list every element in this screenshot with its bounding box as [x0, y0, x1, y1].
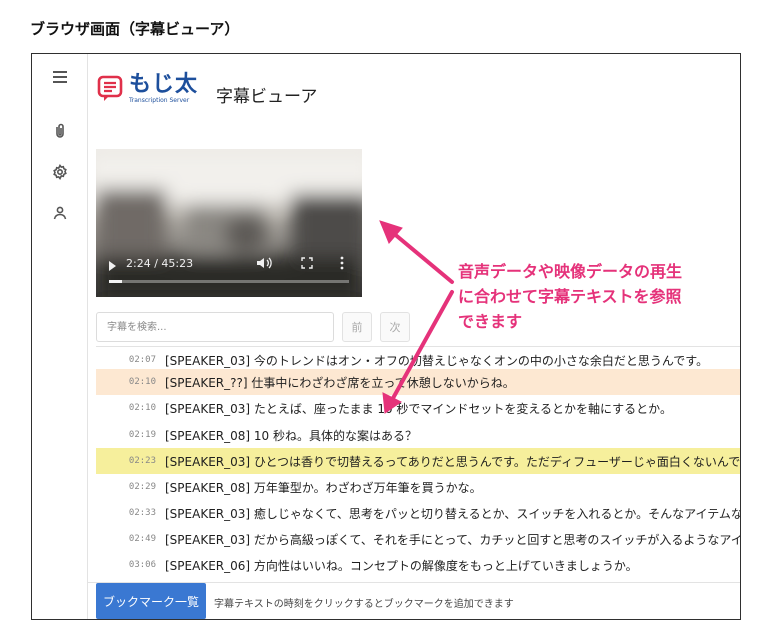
next-button[interactable]: 次 [380, 312, 410, 342]
prev-button[interactable]: 前 [342, 312, 372, 342]
subtitle-row[interactable]: 02:29 [SPEAKER_08] 万年筆型か。わざわざ万年筆を買うかな。 [96, 474, 740, 500]
subtitle-row[interactable]: 02:49 [SPEAKER_03] だから高級っぽくて、それを手にとって、カチッ… [96, 526, 741, 552]
chat-logo-icon [96, 74, 124, 104]
subtitle-timestamp[interactable]: 02:33 [96, 508, 156, 518]
app-window: もじ太 Transcription Server 字幕ビューア 2:24 / 4… [31, 53, 741, 620]
brand-logo[interactable]: もじ太 Transcription Server [96, 74, 198, 104]
subtitle-timestamp[interactable]: 03:06 [96, 560, 156, 570]
video-time: 2:24 / 45:23 [126, 257, 194, 270]
subtitle-text: [SPEAKER_03] 今のトレンドはオン・オフの切替えじゃなくオンの中の小さ… [165, 353, 709, 368]
subtitle-text: [SPEAKER_06] 方向性はいいね。コンセプトの解像度をもっと上げていきま… [165, 558, 638, 573]
brand-tagline: Transcription Server [129, 97, 190, 104]
search-row: 前 次 [96, 312, 410, 342]
subtitle-timestamp[interactable]: 02:07 [96, 355, 156, 365]
seek-bar[interactable] [109, 280, 349, 283]
subtitle-row[interactable]: 02:23 [SPEAKER_03] ひとつは香りで切替えるってありだと思うんです… [96, 448, 741, 474]
subtitle-row[interactable]: 02:10 [SPEAKER_03] たとえば、座ったまま 10 秒でマインドセッ… [96, 395, 740, 421]
settings-icon[interactable] [45, 157, 75, 187]
subtitle-text: [SPEAKER_08] 万年筆型か。わざわざ万年筆を買うかな。 [165, 480, 482, 495]
seek-bar-progress [109, 280, 122, 283]
page-caption: ブラウザ画面（字幕ビューア） [30, 20, 240, 38]
volume-icon[interactable] [256, 256, 272, 270]
subtitle-text: [SPEAKER_03] 癒しじゃなくて、思考をパッと切り替えるとか、スイッチを… [165, 506, 741, 521]
play-icon[interactable] [109, 261, 116, 271]
annotation-callout: 音声データや映像データの再生 に合わせて字幕テキストを参照 できます [458, 259, 682, 334]
subtitle-row[interactable]: 02:33 [SPEAKER_03] 癒しじゃなくて、思考をパッと切り替えるとか、… [96, 500, 741, 526]
menu-icon[interactable] [45, 62, 75, 92]
annotation-line: 音声データや映像データの再生 [458, 262, 683, 281]
subtitle-timestamp[interactable]: 02:29 [96, 482, 156, 492]
subtitle-text: [SPEAKER_??] 仕事中にわざわざ席を立って休憩しないからね。 [165, 375, 515, 390]
annotation-line: できます [458, 312, 523, 331]
main-area: もじ太 Transcription Server 字幕ビューア 2:24 / 4… [88, 54, 740, 619]
brand-name: もじ太 [129, 72, 199, 97]
video-controls: 2:24 / 45:23 [96, 251, 362, 297]
user-icon[interactable] [45, 198, 75, 228]
paperclip-icon[interactable] [45, 116, 75, 146]
sidebar [32, 54, 88, 619]
subtitle-list: 02:07 [SPEAKER_03] 今のトレンドはオン・オフの切替えじゃなくオン… [96, 346, 741, 576]
more-options-icon[interactable] [340, 256, 344, 270]
subtitle-text: [SPEAKER_03] だから高級っぽくて、それを手にとって、カチッと回すと思… [165, 532, 741, 547]
fullscreen-icon[interactable] [301, 257, 313, 269]
subtitle-text: [SPEAKER_08] 10 秒ね。具体的な案はある？ [165, 428, 417, 443]
subtitle-text: [SPEAKER_03] ひとつは香りで切替えるってありだと思うんです。ただディ… [165, 454, 741, 469]
subtitle-search-input[interactable] [96, 312, 334, 342]
bookmark-list-button[interactable]: ブックマーク一覧 [96, 583, 206, 619]
subtitle-row[interactable]: 03:06 [SPEAKER_06] 方向性はいいね。コンセプトの解像度をもっと上… [96, 552, 740, 576]
subtitle-timestamp[interactable]: 02:23 [96, 456, 156, 466]
bookmark-hint: 字幕テキストの時刻をクリックするとブックマークを追加できます [214, 599, 514, 610]
subtitle-timestamp[interactable]: 02:10 [96, 403, 156, 413]
subtitle-timestamp[interactable]: 02:19 [96, 430, 156, 440]
annotation-line: に合わせて字幕テキストを参照 [458, 287, 682, 306]
subtitle-timestamp[interactable]: 02:49 [96, 534, 156, 544]
footer-bar: ブックマーク一覧 字幕テキストの時刻をクリックするとブックマークを追加できます [88, 582, 740, 619]
subtitle-row[interactable]: 02:19 [SPEAKER_08] 10 秒ね。具体的な案はある？ [96, 422, 740, 448]
page-title: 字幕ビューア [216, 87, 318, 107]
subtitle-text: [SPEAKER_03] たとえば、座ったまま 10 秒でマインドセットを変える… [165, 401, 672, 416]
subtitle-timestamp[interactable]: 02:10 [96, 377, 156, 387]
video-player[interactable]: 2:24 / 45:23 [96, 149, 362, 297]
subtitle-row[interactable]: 02:10 [SPEAKER_??] 仕事中にわざわざ席を立って休憩しないからね。 [96, 369, 740, 395]
